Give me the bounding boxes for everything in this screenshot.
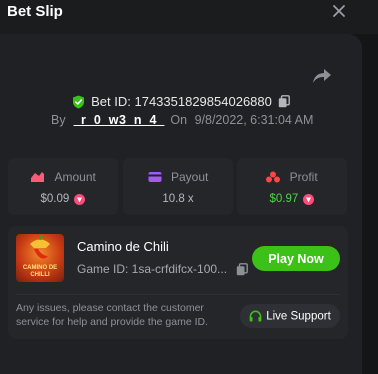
profit-icon — [266, 171, 281, 183]
support-notice: Any issues, please contact the customer … — [16, 302, 209, 328]
profit-card: Profit $0.97 — [237, 158, 347, 215]
live-support-button[interactable]: Live Support — [240, 304, 340, 328]
bet-datetime: 9/8/2022, 6:31:04 AM — [194, 113, 314, 127]
amount-label: Amount — [54, 169, 96, 184]
bet-id: Bet ID: 1743351829854026880 — [91, 94, 272, 110]
copy-icon[interactable] — [278, 95, 291, 108]
payout-label: Payout — [170, 169, 209, 184]
coin-icon — [303, 193, 315, 205]
game-card: CAMINO DE CHILLI Camino de Chili Game ID… — [8, 226, 348, 339]
payout-card: Payout 10.8 x — [123, 158, 233, 215]
payout-value: 10.8 x — [162, 193, 194, 205]
game-id-row: Game ID: 1sa-crfdifcx-100... — [77, 262, 249, 276]
amount-icon — [31, 171, 45, 182]
coin-icon — [74, 193, 86, 205]
copy-icon[interactable] — [236, 263, 249, 276]
headset-icon — [249, 309, 262, 321]
profit-label: Profit — [289, 169, 318, 184]
game-id: Game ID: 1sa-crfdifcx-100... — [77, 262, 228, 276]
bet-slip-header: Bet Slip — [0, 0, 378, 34]
live-support-label: Live Support — [266, 310, 331, 322]
game-thumbnail[interactable]: CAMINO DE CHILLI — [16, 234, 64, 282]
bettor-username[interactable]: _r_0_w3_n_4_ — [74, 113, 165, 127]
game-name: Camino de Chili — [77, 239, 169, 254]
game-thumbnail-text: CAMINO DE CHILLI — [22, 265, 58, 278]
payout-icon — [148, 171, 162, 182]
close-icon[interactable] — [332, 4, 346, 18]
bet-id-row: Bet ID: 1743351829854026880 — [0, 93, 362, 109]
chili-icon — [30, 235, 50, 259]
page-title: Bet Slip — [7, 3, 63, 20]
play-now-button[interactable]: Play Now — [252, 246, 340, 271]
amount-card: Amount $0.09 — [8, 158, 118, 215]
share-icon[interactable] — [312, 67, 332, 85]
bet-meta-row: By _r_0_w3_n_4_ On 9/8/2022, 6:31:04 AM — [51, 113, 313, 127]
profit-value: $0.97 — [269, 193, 299, 205]
by-label: By — [51, 113, 66, 127]
divider — [16, 294, 340, 295]
on-label: On — [170, 113, 188, 127]
shield-check-icon — [72, 95, 84, 109]
amount-value: $0.09 — [40, 193, 70, 205]
